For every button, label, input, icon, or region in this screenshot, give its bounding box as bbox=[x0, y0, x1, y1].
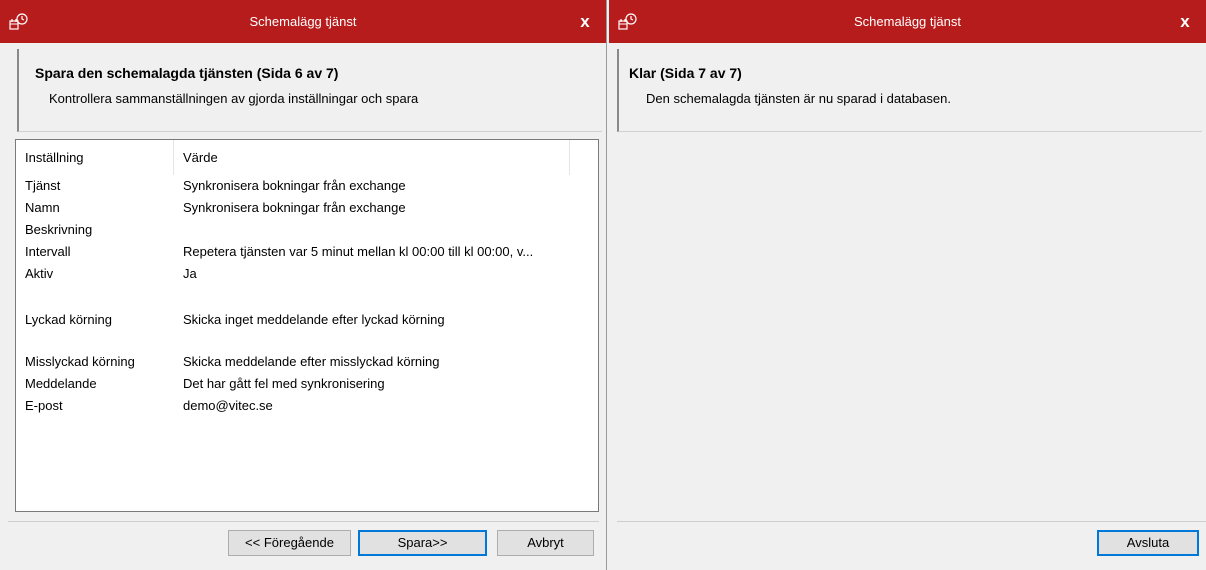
row-value: Skicka meddelande efter misslyckad körni… bbox=[183, 354, 440, 369]
close-icon[interactable]: x bbox=[1170, 7, 1200, 37]
page-subtitle: Kontrollera sammanställningen av gjorda … bbox=[49, 91, 419, 106]
column-header-value[interactable]: Värde bbox=[183, 150, 218, 165]
row-value: Repetera tjänsten var 5 minut mellan kl … bbox=[183, 244, 534, 259]
row-value: demo@vitec.se bbox=[183, 398, 273, 413]
window-title: Schemalägg tjänst bbox=[854, 14, 961, 29]
close-icon[interactable]: x bbox=[570, 7, 600, 37]
row-label: Meddelande bbox=[25, 376, 97, 391]
row-value: Synkronisera bokningar från exchange bbox=[183, 200, 406, 215]
row-label: Namn bbox=[25, 200, 60, 215]
footer-divider bbox=[617, 521, 1206, 522]
page-title: Spara den schemalagda tjänsten (Sida 6 a… bbox=[35, 65, 339, 81]
row-value: Synkronisera bokningar från exchange bbox=[183, 178, 406, 193]
save-button[interactable]: Spara>> bbox=[358, 530, 487, 556]
row-value: Det har gått fel med synkronisering bbox=[183, 376, 385, 391]
row-label: Intervall bbox=[25, 244, 71, 259]
row-value: Skicka inget meddelande efter lyckad kör… bbox=[183, 312, 445, 327]
wizard-header: Spara den schemalagda tjänsten (Sida 6 a… bbox=[17, 49, 602, 132]
wizard-header: Klar (Sida 7 av 7) Den schemalagda tjäns… bbox=[617, 49, 1202, 132]
title-bar[interactable]: Schemalägg tjänst x bbox=[0, 0, 606, 43]
title-bar[interactable]: Schemalägg tjänst x bbox=[609, 0, 1206, 43]
previous-button[interactable]: << Föregående bbox=[228, 530, 351, 556]
column-divider[interactable] bbox=[569, 140, 570, 175]
cancel-button[interactable]: Avbryt bbox=[497, 530, 594, 556]
page-subtitle: Den schemalagda tjänsten är nu sparad i … bbox=[646, 91, 951, 106]
row-value: Ja bbox=[183, 266, 197, 281]
finish-button[interactable]: Avsluta bbox=[1097, 530, 1199, 556]
settings-summary-list[interactable]: Inställning Värde Tjänst Synkronisera bo… bbox=[15, 139, 599, 512]
schedule-wizard-window-page-7: Schemalägg tjänst x Klar (Sida 7 av 7) D… bbox=[609, 0, 1206, 570]
row-label: Tjänst bbox=[25, 178, 61, 193]
row-label: Misslyckad körning bbox=[25, 354, 135, 369]
column-header-setting[interactable]: Inställning bbox=[25, 150, 84, 165]
row-label: Lyckad körning bbox=[25, 312, 112, 327]
row-label: Aktiv bbox=[25, 266, 54, 281]
row-label: E-post bbox=[25, 398, 63, 413]
footer-divider bbox=[8, 521, 599, 522]
row-label: Beskrivning bbox=[25, 222, 93, 237]
schedule-wizard-window-page-6: Schemalägg tjänst x Spara den schemalagd… bbox=[0, 0, 607, 570]
column-divider[interactable] bbox=[173, 140, 174, 175]
window-title: Schemalägg tjänst bbox=[249, 14, 357, 29]
page-title: Klar (Sida 7 av 7) bbox=[629, 65, 742, 81]
